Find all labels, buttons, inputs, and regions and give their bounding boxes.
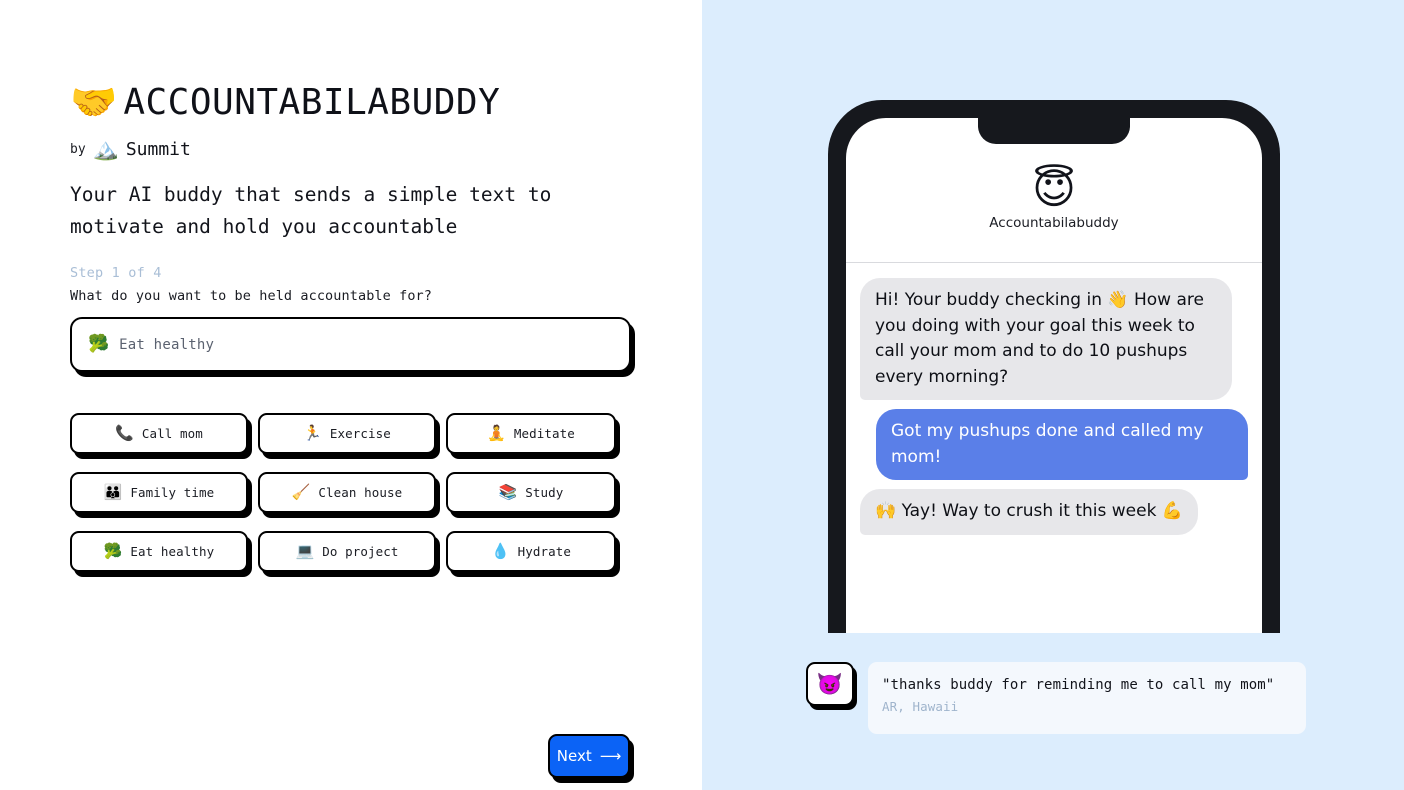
byline-prefix: by [70, 141, 86, 157]
message-row: Got my pushups done and called my mom! [860, 409, 1254, 480]
chip-label: Family time [130, 485, 215, 500]
chip-label: Do project [322, 544, 399, 559]
arrow-right-icon: ⟶ [599, 746, 622, 765]
chat-header: 😇 Accountabilabuddy [846, 164, 1262, 232]
suggestion-chip-exercise-wrap: 🏃 Exercise [258, 413, 440, 459]
suggestion-chip-family-time-wrap: 👪 Family time [70, 472, 252, 518]
family-icon: 👪 [103, 483, 123, 501]
testimonial-card: "thanks buddy for reminding me to call m… [868, 662, 1306, 734]
testimonial-avatar-container: 😈 [806, 662, 857, 710]
phone-screen: 😇 Accountabilabuddy Hi! Your buddy check… [846, 118, 1262, 633]
suggestion-chip-hydrate-wrap: 💧 Hydrate [446, 531, 624, 577]
suggestion-chip-do-project[interactable]: 💻 Do project [258, 531, 436, 572]
byline: by 🏔️ Summit [70, 137, 632, 161]
testimonial-quote: "thanks buddy for reminding me to call m… [882, 677, 1275, 693]
message-bubble-incoming: 🙌 Yay! Way to crush it this week 💪 [854, 489, 1198, 535]
chip-label: Study [525, 485, 564, 500]
suggestion-chip-meditate-wrap: 🧘 Meditate [446, 413, 624, 459]
avatar: 😈 [806, 662, 854, 706]
runner-icon: 🏃 [303, 424, 322, 442]
phone-notch [978, 118, 1130, 144]
suggestion-chip-study[interactable]: 📚 Study [446, 472, 616, 513]
next-button-container: Next ⟶ [548, 734, 634, 783]
telephone-icon: 📞 [115, 424, 134, 442]
handshake-icon: 🤝 [70, 80, 118, 124]
chip-label: Clean house [318, 485, 403, 500]
message-bubble-outgoing: Got my pushups done and called my mom! [876, 409, 1254, 480]
suggestion-chip-hydrate[interactable]: 💧 Hydrate [446, 531, 616, 572]
maker-name: Summit [125, 138, 191, 160]
suggestion-chip-clean-house[interactable]: 🧹 Clean house [258, 472, 436, 513]
chat-divider [846, 262, 1262, 263]
testimonial-author: AR, Hawaii [882, 699, 959, 714]
chat-contact-name: Accountabilabuddy [989, 215, 1119, 231]
next-button-label: Next [556, 747, 592, 765]
step-indicator: Step 1 of 4 [70, 265, 162, 281]
suggestion-chip-family-time[interactable]: 👪 Family time [70, 472, 248, 513]
chip-label: Call mom [141, 426, 203, 441]
halo-face-icon: 😇 [1032, 164, 1076, 213]
goal-input-container: 🥦 Eat healthy [70, 317, 635, 377]
next-button[interactable]: Next ⟶ [548, 734, 630, 778]
goal-input[interactable]: 🥦 Eat healthy [70, 317, 631, 372]
chip-label: Exercise [329, 426, 391, 441]
laptop-icon: 💻 [295, 542, 315, 560]
phone-mockup: 😇 Accountabilabuddy Hi! Your buddy check… [828, 100, 1280, 633]
suggestion-chip-call-mom[interactable]: 📞 Call mom [70, 413, 248, 454]
preview-panel: 😇 Accountabilabuddy Hi! Your buddy check… [702, 0, 1404, 790]
goal-input-value: Eat healthy [119, 336, 215, 353]
mountain-icon: 🏔️ [92, 136, 119, 161]
brand-header: 🤝 ACCOUNTABILABUDDY [70, 74, 632, 130]
broccoli-icon: 🥦 [88, 334, 110, 354]
tagline: Your AI buddy that sends a simple text t… [70, 183, 552, 238]
suggestion-chip-eat-healthy[interactable]: 🥦 Eat healthy [70, 531, 248, 572]
question-label: What do you want to be held accountable … [70, 288, 433, 304]
broccoli-icon: 🥦 [103, 542, 123, 560]
broom-icon: 🧹 [291, 483, 311, 501]
meditating-person-icon: 🧘 [487, 424, 506, 442]
chip-label: Meditate [513, 426, 575, 441]
suggestion-chip-grid: 📞 Call mom 🏃 Exercise 🧘 Meditate 👪 Famil… [70, 413, 624, 577]
suggestion-chip-meditate[interactable]: 🧘 Meditate [446, 413, 616, 454]
droplet-icon: 💧 [490, 542, 510, 560]
suggestion-chip-clean-house-wrap: 🧹 Clean house [258, 472, 440, 518]
suggestion-chip-eat-healthy-wrap: 🥦 Eat healthy [70, 531, 252, 577]
onboarding-content: 🤝 ACCOUNTABILABUDDY by 🏔️ Summit Your AI… [70, 74, 635, 577]
message-row: Hi! Your buddy checking in 👋 How are you… [854, 278, 1248, 400]
testimonial: 😈 "thanks buddy for reminding me to call… [806, 662, 1306, 734]
landing-page: 🤝 ACCOUNTABILABUDDY by 🏔️ Summit Your AI… [0, 0, 1404, 790]
onboarding-panel: 🤝 ACCOUNTABILABUDDY by 🏔️ Summit Your AI… [0, 0, 702, 790]
suggestion-chip-call-mom-wrap: 📞 Call mom [70, 413, 252, 459]
message-list: Hi! Your buddy checking in 👋 How are you… [846, 278, 1262, 544]
suggestion-chip-study-wrap: 📚 Study [446, 472, 624, 518]
suggestion-chip-exercise[interactable]: 🏃 Exercise [258, 413, 436, 454]
message-row: 🙌 Yay! Way to crush it this week 💪 [854, 489, 1248, 535]
devil-face-icon: 😈 [816, 671, 844, 696]
suggestion-chip-do-project-wrap: 💻 Do project [258, 531, 440, 577]
chip-label: Hydrate [517, 544, 572, 559]
books-icon: 📚 [498, 483, 518, 501]
chip-label: Eat healthy [130, 544, 215, 559]
page-title: ACCOUNTABILABUDDY [123, 81, 501, 123]
message-bubble-incoming: Hi! Your buddy checking in 👋 How are you… [854, 278, 1232, 400]
